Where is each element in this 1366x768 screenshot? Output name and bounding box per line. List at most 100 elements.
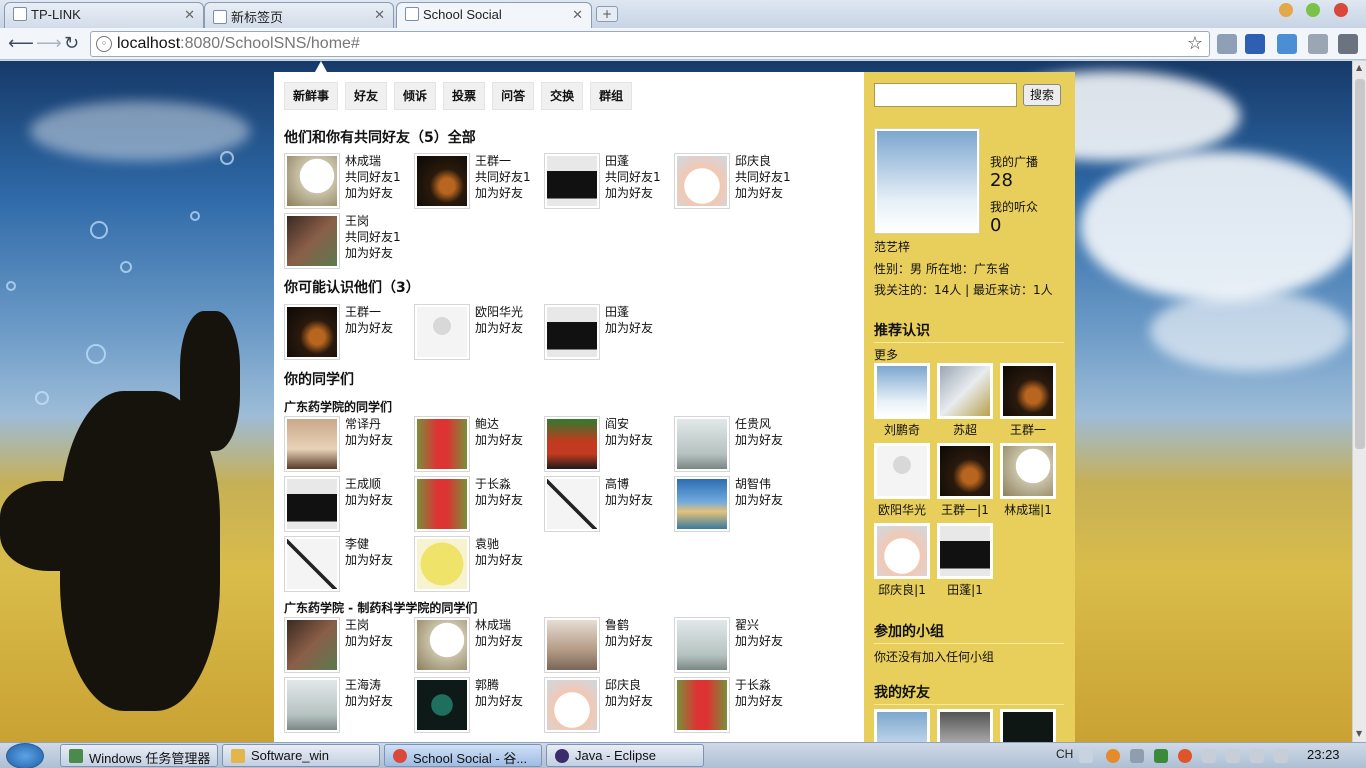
forward-icon[interactable]: ⟶ (36, 33, 62, 55)
nav-groups[interactable]: 群组 (590, 82, 633, 110)
user-name[interactable]: 翟兴 (735, 617, 759, 633)
user-avatar[interactable] (414, 617, 470, 673)
user-avatar[interactable] (414, 476, 470, 532)
recommend-name[interactable]: 苏超 (933, 421, 997, 438)
user-avatar[interactable] (284, 416, 340, 472)
user-avatar[interactable] (674, 416, 730, 472)
page-scrollbar[interactable]: ▲ ▼ (1352, 61, 1366, 742)
user-name[interactable]: 田蓬 (605, 304, 629, 320)
add-friend-link[interactable]: 加为好友 (345, 492, 393, 508)
tray-app-icon[interactable] (1106, 749, 1120, 763)
add-friend-link[interactable]: 加为好友 (345, 693, 393, 709)
user-name[interactable]: 王海涛 (345, 677, 381, 693)
add-friend-link[interactable]: 加为好友 (345, 432, 393, 448)
close-tab-icon[interactable]: ✕ (572, 7, 583, 23)
maximize-button[interactable] (1306, 3, 1320, 17)
user-name[interactable]: 阎安 (605, 416, 629, 432)
add-friend-link[interactable]: 加为好友 (735, 492, 783, 508)
recommend-avatar[interactable] (874, 443, 930, 499)
add-friend-link[interactable]: 加为好友 (475, 693, 523, 709)
recommend-avatar[interactable] (874, 523, 930, 579)
user-avatar[interactable] (414, 304, 470, 360)
nav-vote[interactable]: 投票 (443, 82, 486, 110)
recommend-name[interactable]: 王群一|1 (933, 501, 997, 518)
common-friends-heading[interactable]: 他们和你有共同好友（5）全部 (284, 127, 476, 147)
address-bar[interactable]: ◦ localhost:8080/SchoolSNS/home# ☆ (90, 31, 1210, 57)
task-software-win[interactable]: Software_win (222, 744, 380, 767)
add-friend-link[interactable]: 加为好友 (475, 552, 523, 568)
add-friend-link[interactable]: 加为好友 (605, 633, 653, 649)
recommend-name[interactable]: 刘鹏奇 (870, 421, 934, 438)
task-chrome[interactable]: School Social - 谷... (384, 744, 542, 767)
extension-icon[interactable] (1245, 34, 1265, 54)
network-icon[interactable] (1250, 749, 1264, 763)
user-name[interactable]: 李健 (345, 536, 369, 552)
recommend-avatar[interactable] (937, 523, 993, 579)
user-name[interactable]: 王岗 (345, 617, 369, 633)
nav-friends[interactable]: 好友 (345, 82, 388, 110)
user-avatar[interactable] (674, 617, 730, 673)
recommend-avatar[interactable] (937, 443, 993, 499)
profile-avatar[interactable] (874, 128, 980, 234)
add-friend-link[interactable]: 加为好友 (475, 185, 523, 201)
user-avatar[interactable] (674, 153, 730, 209)
add-friend-link[interactable]: 加为好友 (475, 492, 523, 508)
ime-indicator[interactable]: CH (1056, 747, 1073, 761)
user-name[interactable]: 王群一 (345, 304, 381, 320)
bookmark-star-icon[interactable]: ☆ (1187, 33, 1203, 54)
page-info-icon[interactable]: ◦ (96, 36, 112, 52)
add-friend-link[interactable]: 加为好友 (345, 185, 393, 201)
start-button[interactable] (6, 743, 44, 768)
search-input[interactable] (874, 83, 1017, 107)
user-name[interactable]: 王群一 (475, 153, 511, 169)
add-friend-link[interactable]: 加为好友 (345, 245, 393, 261)
user-avatar[interactable] (414, 416, 470, 472)
user-avatar[interactable] (284, 304, 340, 360)
add-friend-link[interactable]: 加为好友 (475, 633, 523, 649)
close-tab-icon[interactable]: ✕ (374, 7, 385, 23)
add-friend-link[interactable]: 加为好友 (605, 492, 653, 508)
recommend-more-link[interactable]: 更多 (874, 346, 898, 363)
add-friend-link[interactable]: 加为好友 (735, 185, 783, 201)
volume-icon[interactable] (1274, 749, 1288, 763)
add-friend-link[interactable]: 加为好友 (735, 693, 783, 709)
user-avatar[interactable] (544, 416, 600, 472)
reload-icon[interactable]: ↻ (64, 33, 79, 55)
user-avatar[interactable] (414, 153, 470, 209)
user-avatar[interactable] (414, 536, 470, 592)
taskbar-clock[interactable]: 23:23 (1307, 747, 1340, 762)
close-window-button[interactable] (1334, 3, 1348, 17)
user-name[interactable]: 常译丹 (345, 416, 381, 432)
new-tab-button[interactable]: + (596, 6, 618, 22)
friend-avatar[interactable] (874, 709, 930, 742)
page-menu-icon[interactable] (1308, 34, 1328, 54)
extension-icon[interactable] (1277, 34, 1297, 54)
add-friend-link[interactable]: 加为好友 (475, 320, 523, 336)
user-name[interactable]: 王岗 (345, 213, 369, 229)
add-friend-link[interactable]: 加为好友 (345, 320, 393, 336)
friend-avatar[interactable] (937, 709, 993, 742)
user-name[interactable]: 郭腾 (475, 677, 499, 693)
user-avatar[interactable] (674, 476, 730, 532)
recommend-avatar[interactable] (874, 363, 930, 419)
keyboard-icon[interactable] (1079, 749, 1093, 763)
user-name[interactable]: 鲁鹤 (605, 617, 629, 633)
user-avatar[interactable] (284, 476, 340, 532)
user-avatar[interactable] (284, 536, 340, 592)
user-name[interactable]: 林成瑞 (475, 617, 511, 633)
recommend-avatar[interactable] (937, 363, 993, 419)
add-friend-link[interactable]: 加为好友 (735, 432, 783, 448)
task-task-manager[interactable]: Windows 任务管理器 (60, 744, 218, 767)
user-avatar[interactable] (674, 677, 730, 733)
user-name[interactable]: 王成顺 (345, 476, 381, 492)
add-friend-link[interactable]: 加为好友 (345, 552, 393, 568)
task-eclipse[interactable]: Java - Eclipse (546, 744, 704, 767)
user-name[interactable]: 邱庆良 (605, 677, 641, 693)
tab-tplink[interactable]: TP-LINK ✕ (4, 2, 204, 28)
user-name[interactable]: 田蓬 (605, 153, 629, 169)
friend-avatar[interactable] (1000, 709, 1056, 742)
tray-app-icon[interactable] (1154, 749, 1168, 763)
listeners-label[interactable]: 我的听众 (990, 198, 1038, 215)
tab-newtab[interactable]: 新标签页 ✕ (204, 2, 394, 28)
tray-app-icon[interactable] (1178, 749, 1192, 763)
